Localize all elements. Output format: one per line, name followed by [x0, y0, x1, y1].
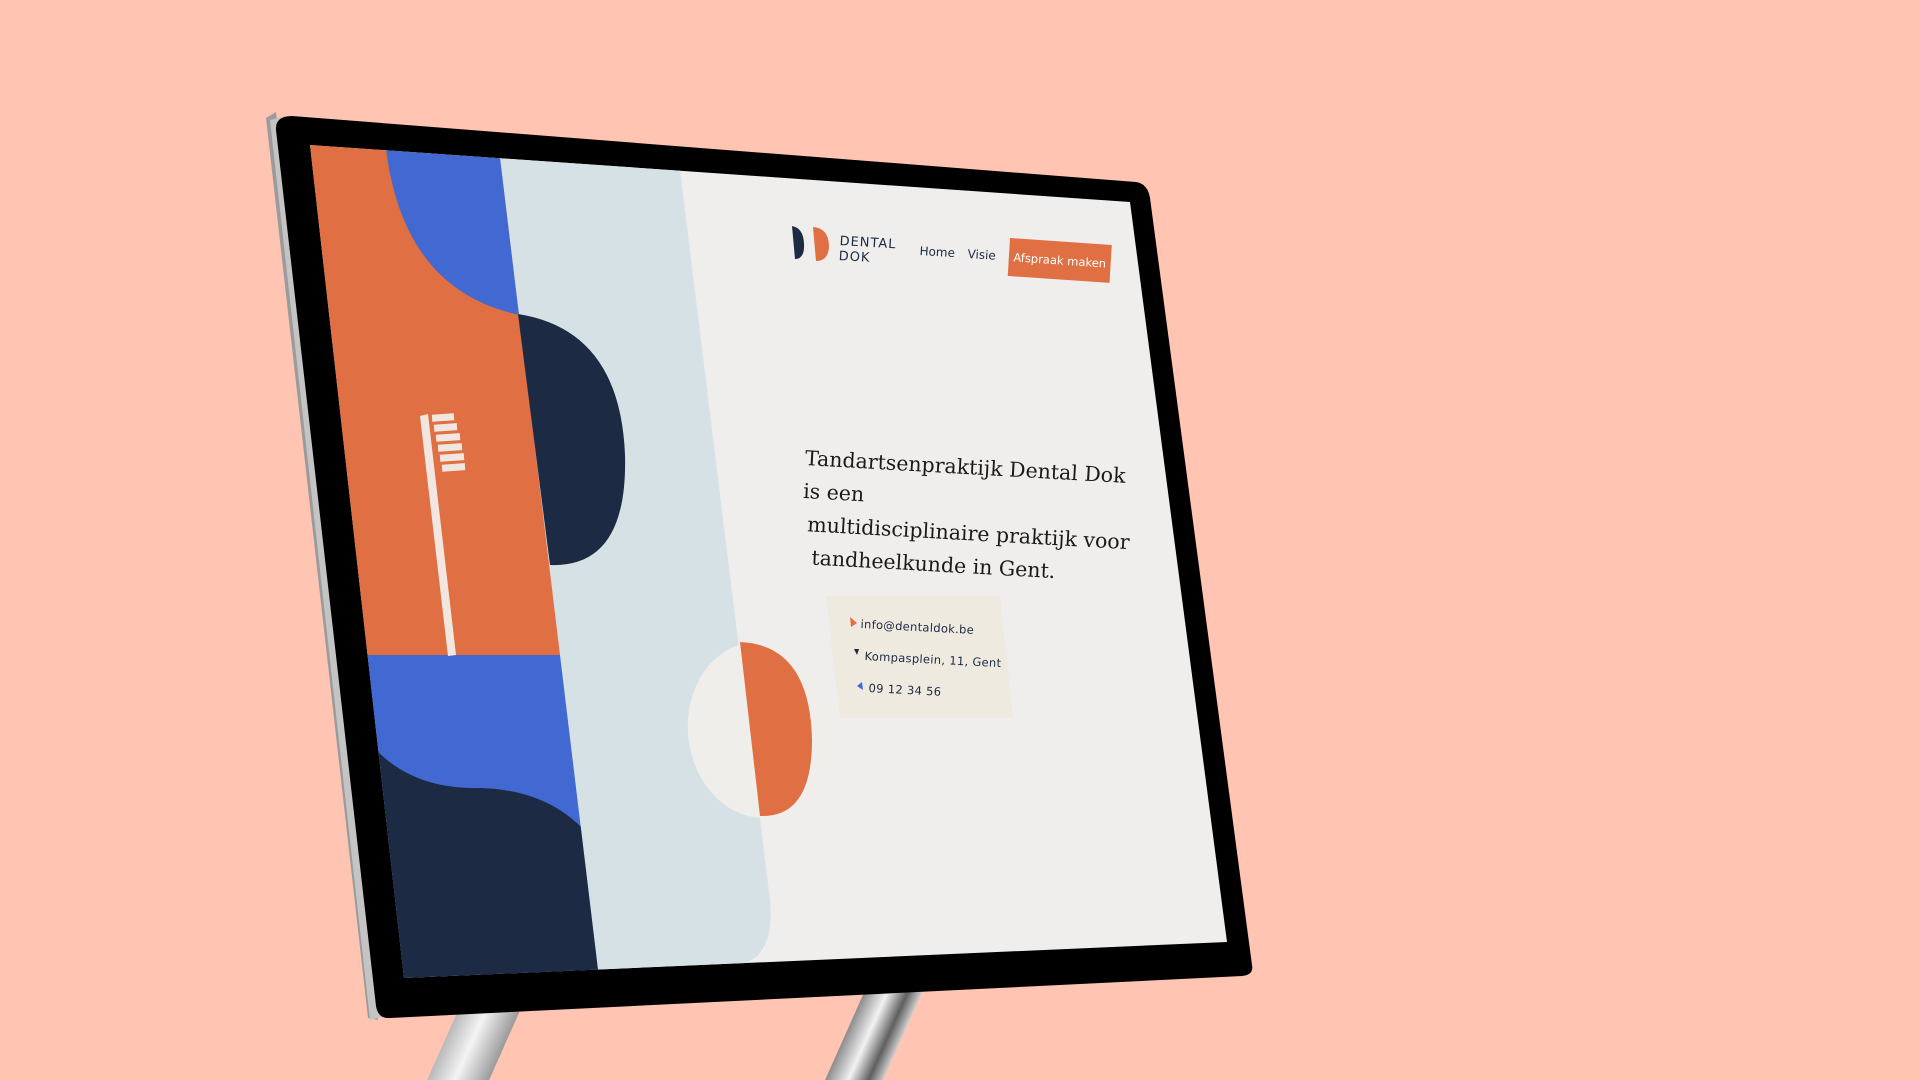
- hero-headline: Tandartsenpraktijk Dental Dok is een mul…: [799, 442, 1136, 592]
- nav-link-home[interactable]: Home: [919, 244, 955, 260]
- monitor-mockup-scene: DENTAL DOK Home Visie Afspraak maken Tan…: [0, 0, 1920, 1080]
- afspraak-maken-button[interactable]: Afspraak maken: [1007, 238, 1112, 283]
- nav-link-visie[interactable]: Visie: [967, 247, 996, 263]
- logo-wordmark[interactable]: DENTAL DOK: [838, 234, 897, 267]
